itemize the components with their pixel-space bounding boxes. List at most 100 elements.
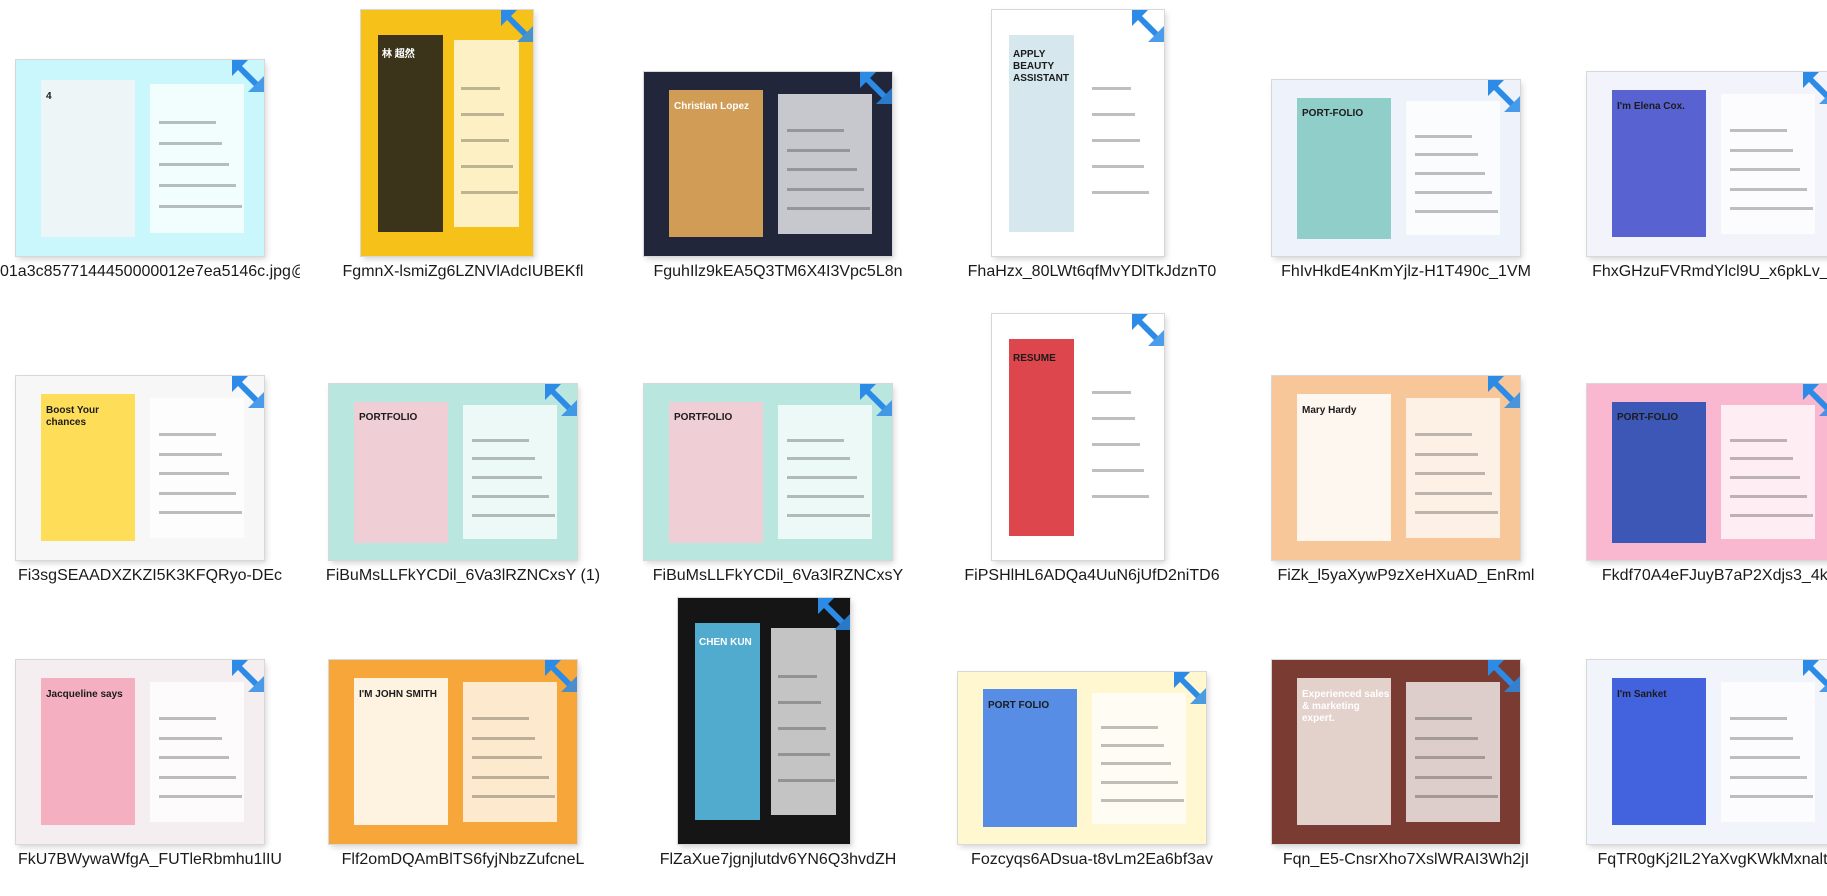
file-name: FhaHzx_80LWt6qfMvYDlTkJdznT0 (967, 263, 1217, 280)
pin-icon (541, 380, 581, 420)
thumbnail-line (159, 795, 243, 799)
file-item[interactable]: PORT FOLIO Fozcyqs6ADsua-t8vLm2Ea6bf3av (942, 588, 1242, 878)
thumbnail-text: 林 超然 (382, 49, 415, 60)
file-item[interactable]: Boost Your chances Fi3sgSEAADXZKZI5K3KFQR… (0, 304, 300, 594)
thumbnail-line (1101, 744, 1165, 748)
file-name: FguhIlz9kEA5Q3TM6X4I3Vpc5L8n (653, 263, 903, 280)
thumbnail-line (1730, 756, 1800, 760)
file-thumbnail[interactable]: I'm Sanket (1587, 660, 1827, 844)
file-thumbnail[interactable]: RESUME (992, 314, 1164, 560)
file-thumbnail[interactable]: PORT-FOLIO (1272, 80, 1520, 256)
thumbnail-line (1730, 148, 1794, 152)
file-thumbnail[interactable]: Christian Lopez (644, 72, 892, 256)
pin-icon (541, 656, 581, 696)
thumbnail-line (1730, 717, 1787, 720)
file-name: Fqn_E5-CnsrXho7XslWRAI3Wh2jI (1282, 851, 1530, 868)
thumbnail-line (472, 717, 529, 720)
thumbnail-page (1406, 101, 1500, 235)
file-name: FiBuMsLLFkYCDil_6Va3lRZNCxsY (652, 567, 904, 584)
thumbnail-text: APPLY BEAUTY ASSISTANT (1013, 49, 1069, 84)
thumbnail-line (1730, 513, 1814, 517)
thumbnail-line (1415, 511, 1499, 515)
thumbnail-line (472, 513, 556, 517)
thumbnail-page (378, 35, 443, 232)
file-item[interactable]: RESUME FiPSHlHL6ADQa4UuN6jUfD2niTD6 (942, 304, 1242, 594)
thumbnail-line (1415, 433, 1472, 436)
thumbnail-line (159, 162, 229, 166)
pin-icon (1484, 372, 1524, 412)
file-item[interactable]: APPLY BEAUTY ASSISTANT FhaHzx_80LWt6qfMvY… (942, 0, 1242, 290)
file-item[interactable]: PORT-FOLIO FhIvHkdE4nKmYjlz-H1T490c_1VM (1256, 0, 1556, 290)
thumbnail-line (787, 513, 871, 517)
file-item[interactable]: I'm Elena Cox. FhxGHzuFVRmdYlcl9U_x6pkLv_… (1571, 0, 1827, 290)
file-item[interactable]: Christian Lopez FguhIlz9kEA5Q3TM6X4I3Vpc5… (628, 0, 928, 290)
file-thumbnail[interactable]: PORTFOLIO (644, 384, 892, 560)
file-thumbnail[interactable]: I'm Elena Cox. (1587, 72, 1827, 256)
thumbnail-line (460, 191, 518, 195)
thumbnail-page (1721, 405, 1815, 539)
file-item[interactable]: PORTFOLIO FiBuMsLLFkYCDil_6Va3lRZNCxsY (628, 304, 928, 594)
file-item[interactable]: Jacqueline says FkU7BWywaWfgA_FUTleRbmhu1… (0, 588, 300, 878)
file-thumbnail[interactable]: Jacqueline says (16, 660, 264, 844)
thumbnail-line (159, 121, 216, 125)
file-item[interactable]: I'm Sanket FqTR0gKj2IL2YaXvgKWkMxnaltvo (1571, 588, 1827, 878)
file-thumbnail[interactable]: APPLY BEAUTY ASSISTANT (992, 10, 1164, 256)
file-item[interactable]: 4 01a3c8577144450000012e7ea5146c.jpg@1280… (0, 0, 300, 290)
thumbnail-page (771, 628, 836, 815)
thumbnail-line (159, 775, 236, 779)
thumbnail-line (472, 775, 549, 779)
thumbnail-page (454, 40, 519, 227)
thumbnail-line (1415, 775, 1492, 779)
thumbnail-page (1085, 40, 1150, 227)
thumbnail-text: Jacqueline says (46, 689, 123, 700)
file-thumbnail[interactable]: Boost Your chances (16, 376, 264, 560)
thumbnail-line (1730, 187, 1807, 191)
pin-icon (814, 594, 854, 634)
thumbnail-text: 4 (46, 91, 52, 102)
file-name: FhIvHkdE4nKmYjlz-H1T490c_1VM (1281, 263, 1531, 280)
thumbnail-line (1730, 457, 1794, 461)
thumbnail-line (1101, 780, 1178, 784)
thumbnail-line (1730, 129, 1787, 132)
file-thumbnail[interactable]: PORT FOLIO (958, 672, 1206, 844)
file-item[interactable]: Mary Hardy FiZk_l5yaXywP9zXeHXuAD_EnRml (1256, 304, 1556, 594)
file-thumbnail[interactable]: 4 (16, 60, 264, 256)
pin-icon (1170, 668, 1210, 708)
file-item[interactable]: Experienced sales & marketing expert. Fqn… (1256, 588, 1556, 878)
file-name: Fkdf70A4eFJuyB7aP2Xdjs3_4k9j (1601, 567, 1827, 584)
pin-icon (497, 6, 537, 46)
file-item[interactable]: 林 超然 FgmnX-lsmiZg6LZNVlAdcIUBEKfl (313, 0, 613, 290)
thumbnail-page (1406, 682, 1500, 822)
thumbnail-text: Christian Lopez (674, 101, 750, 112)
thumbnail-line (472, 736, 536, 740)
file-thumbnail[interactable]: Mary Hardy (1272, 376, 1520, 560)
file-thumbnail[interactable]: PORTFOLIO (329, 384, 577, 560)
thumbnail-line (1730, 438, 1787, 442)
file-item[interactable]: PORT-FOLIO Fkdf70A4eFJuyB7aP2Xdjs3_4k9j (1571, 304, 1827, 594)
file-item[interactable]: I'M JOHN SMITH Flf2omDQAmBlTS6fyjNbzZufcn… (313, 588, 613, 878)
thumbnail-text: I'M JOHN SMITH (359, 689, 437, 700)
thumbnail-text: PORT FOLIO (988, 700, 1050, 711)
file-item[interactable]: CHEN KUN FlZaXue7jgnjlutdv6YN6Q3hvdZH (628, 588, 928, 878)
thumbnail-line (1415, 491, 1492, 495)
file-thumbnail[interactable]: PORT-FOLIO (1587, 384, 1827, 560)
file-thumbnail[interactable]: CHEN KUN (678, 598, 850, 844)
thumbnail-line (1730, 795, 1814, 799)
pin-icon (1799, 656, 1827, 696)
pin-icon (228, 656, 268, 696)
thumbnail-line (159, 756, 229, 760)
file-thumbnail[interactable]: 林 超然 (361, 10, 533, 256)
thumbnail-line (460, 165, 514, 169)
thumbnail-line (1101, 799, 1185, 803)
thumbnail-line (460, 86, 500, 90)
thumbnail-line (1730, 736, 1794, 740)
file-item[interactable]: PORTFOLIO FiBuMsLLFkYCDil_6Va3lRZNCxsY (1… (313, 304, 613, 594)
thumbnail-page (695, 623, 760, 820)
thumbnail-line (159, 717, 216, 720)
thumbnail-text: Mary Hardy (1302, 405, 1357, 416)
file-thumbnail[interactable]: I'M JOHN SMITH (329, 660, 577, 844)
pin-icon (1484, 76, 1524, 116)
file-name: Fozcyqs6ADsua-t8vLm2Ea6bf3av (971, 851, 1213, 868)
file-thumbnail[interactable]: Experienced sales & marketing expert. (1272, 660, 1520, 844)
file-name: FiPSHlHL6ADQa4UuN6jUfD2niTD6 (964, 567, 1220, 584)
